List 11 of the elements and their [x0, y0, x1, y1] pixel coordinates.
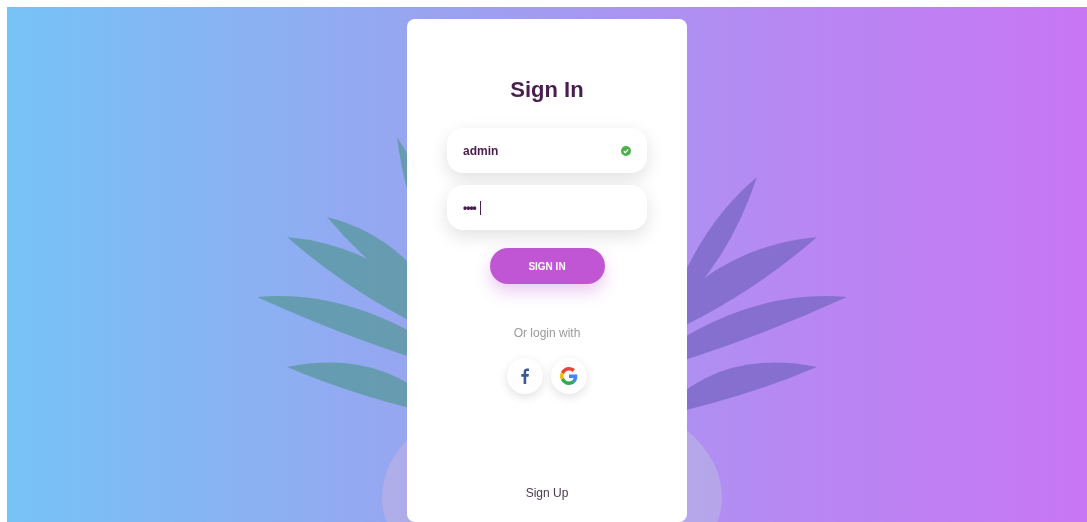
- username-field[interactable]: admin: [447, 128, 647, 173]
- text-cursor: [480, 201, 481, 215]
- password-field[interactable]: ••••: [447, 185, 647, 230]
- google-icon: [560, 367, 578, 385]
- facebook-button[interactable]: [507, 358, 543, 394]
- title: Sign In: [510, 77, 584, 103]
- social-login-caption: Or login with: [513, 326, 581, 340]
- facebook-icon: [521, 368, 529, 384]
- sign-in-button[interactable]: SIGN IN: [489, 248, 605, 284]
- google-button[interactable]: [551, 358, 587, 394]
- sign-up-link[interactable]: Sign Up: [525, 486, 569, 500]
